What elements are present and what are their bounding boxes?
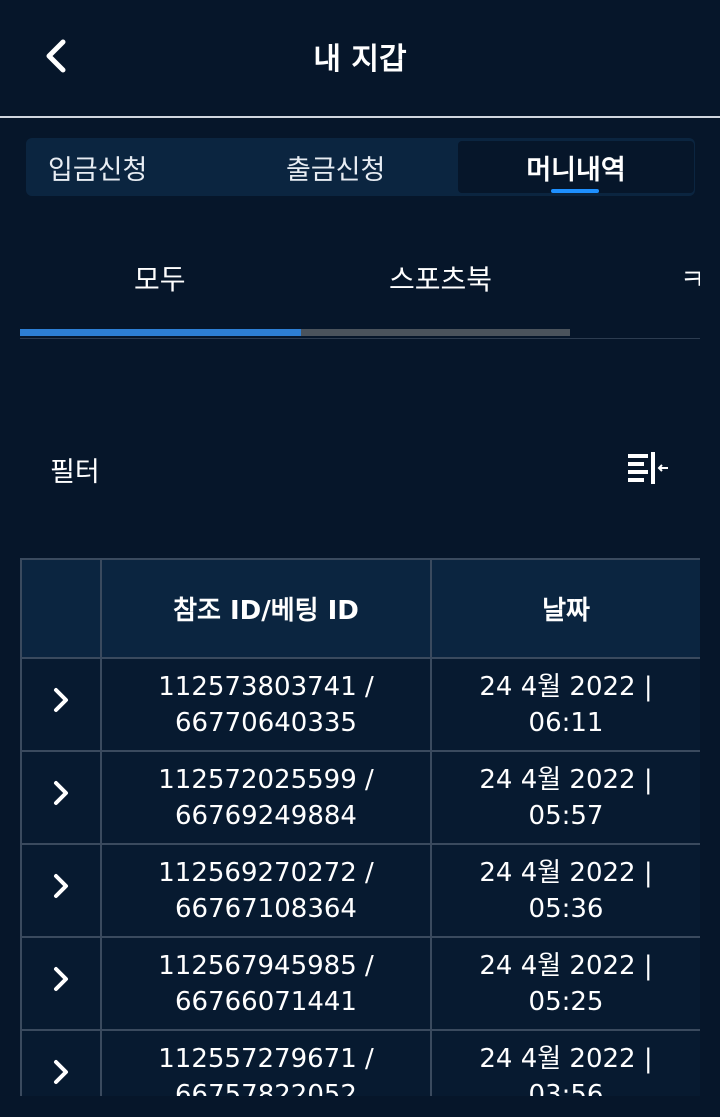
chevron-right-icon — [54, 687, 68, 712]
date-cell: 24 4월 2022 | 03:56 — [430, 1029, 700, 1097]
date-cell: 24 4월 2022 | 05:36 — [430, 843, 700, 938]
row-expand-button[interactable] — [20, 1029, 102, 1096]
reference-id-cell: 112573803741 / 66770640335 — [100, 657, 432, 752]
reference-id: 112572025599 / — [158, 764, 374, 795]
transactions-table-container[interactable]: 참조 ID/베팅 ID 날짜 112573803741 / 6677064033… — [20, 558, 700, 1096]
bet-id: 66770640335 — [175, 707, 357, 738]
page-title: 내 지갑 — [313, 42, 407, 77]
app-header: 내 지갑 — [0, 0, 720, 118]
reference-id-cell: 112569270272 / 66767108364 — [100, 843, 432, 938]
date-cell: 24 4월 2022 | 05:57 — [430, 750, 700, 845]
table-row[interactable]: 112567945985 / 66766071441 24 4월 2022 | … — [20, 936, 700, 1031]
tab-money-history-label: 머니내역 — [526, 154, 626, 186]
date-cell: 24 4월 2022 | 05:25 — [430, 936, 700, 1031]
date-text: 24 4월 2022 | — [479, 671, 653, 702]
chevron-right-icon — [54, 1059, 68, 1084]
bet-id: 66766071441 — [175, 986, 357, 1017]
bet-id: 66757822052 — [175, 1079, 357, 1097]
time-text: 05:57 — [528, 800, 604, 831]
table-row[interactable]: 112569270272 / 66767108364 24 4월 2022 | … — [20, 843, 700, 938]
column-header-expand — [20, 558, 102, 659]
category-tabs: 모두 스포츠북 ㅋ — [20, 240, 700, 339]
time-text: 05:36 — [528, 893, 604, 924]
column-header-reference-id: 참조 ID/베팅 ID — [100, 558, 432, 659]
filter-label: 필터 — [50, 457, 100, 488]
tab-casino-partial[interactable]: ㅋ — [680, 258, 700, 298]
reference-id: 112569270272 / — [158, 857, 374, 888]
chevron-right-icon — [54, 873, 68, 898]
tab-deposit-request[interactable]: 입금신청 — [48, 138, 147, 196]
table-header-row: 참조 ID/베팅 ID 날짜 — [20, 558, 700, 659]
reference-id-cell: 112567945985 / 66766071441 — [100, 936, 432, 1031]
table-row[interactable]: 112572025599 / 66769249884 24 4월 2022 | … — [20, 750, 700, 845]
row-expand-button[interactable] — [20, 936, 102, 1031]
wallet-tabs: 입금신청 출금신청 머니내역 — [26, 138, 695, 196]
reference-id: 112567945985 / — [158, 950, 374, 981]
filter-toggle-button[interactable] — [622, 448, 672, 488]
row-expand-button[interactable] — [20, 657, 102, 752]
time-text: 03:56 — [528, 1079, 604, 1097]
tab-all[interactable]: 모두 — [134, 258, 186, 298]
date-text: 24 4월 2022 | — [479, 1043, 653, 1074]
date-text: 24 4월 2022 | — [479, 857, 653, 888]
reference-id: 112557279671 / — [158, 1043, 374, 1074]
reference-id: 112573803741 / — [158, 671, 374, 702]
bet-id: 66769249884 — [175, 800, 357, 831]
row-expand-button[interactable] — [20, 750, 102, 845]
bet-id: 66767108364 — [175, 893, 357, 924]
tab-withdraw-request[interactable]: 출금신청 — [286, 138, 385, 196]
category-tabs-scroll-thumb[interactable] — [20, 329, 301, 336]
filter-collapse-icon — [628, 452, 668, 484]
transactions-table: 참조 ID/베팅 ID 날짜 112573803741 / 6677064033… — [20, 558, 700, 1096]
date-cell: 24 4월 2022 | 06:11 — [430, 657, 700, 752]
table-row[interactable]: 112557279671 / 66757822052 24 4월 2022 | … — [20, 1029, 700, 1097]
column-header-date: 날짜 — [430, 558, 700, 659]
time-text: 05:25 — [528, 986, 604, 1017]
category-tabs-scrollbar[interactable] — [20, 329, 570, 336]
table-row[interactable]: 112573803741 / 66770640335 24 4월 2022 | … — [20, 657, 700, 752]
time-text: 06:11 — [528, 707, 604, 738]
tab-money-history[interactable]: 머니내역 — [458, 141, 694, 193]
row-expand-button[interactable] — [20, 843, 102, 938]
chevron-right-icon — [54, 966, 68, 991]
date-text: 24 4월 2022 | — [479, 950, 653, 981]
chevron-right-icon — [54, 780, 68, 805]
active-tab-indicator — [551, 189, 599, 193]
tab-sportsbook[interactable]: 스포츠북 — [389, 258, 492, 298]
reference-id-cell: 112572025599 / 66769249884 — [100, 750, 432, 845]
reference-id-cell: 112557279671 / 66757822052 — [100, 1029, 432, 1097]
date-text: 24 4월 2022 | — [479, 764, 653, 795]
